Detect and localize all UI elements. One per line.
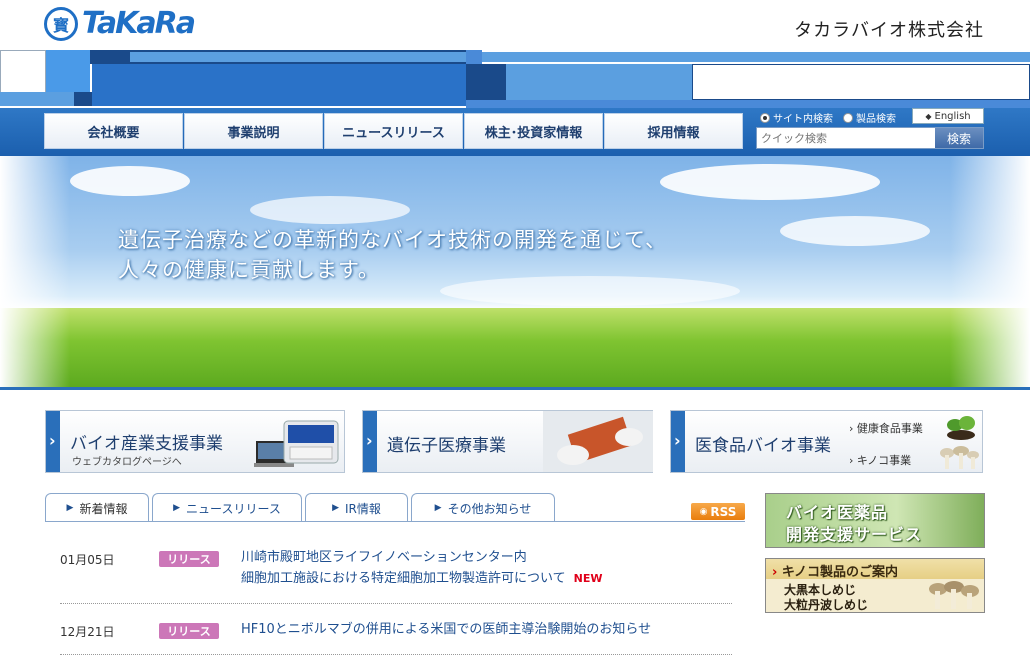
takara-logo-mark-icon: 寳 [44, 6, 78, 41]
lab-gloves-image [543, 411, 653, 472]
cloud-decoration [250, 196, 410, 224]
news-title-line2: 細胞加工施設における特定細胞加工物製造許可について [241, 571, 566, 586]
mushroom-products-banner[interactable]: › キノコ製品のご案内 大黒本しめじ 大粒丹波しめじ [765, 558, 985, 613]
mushroom-image [929, 581, 979, 609]
tab-other-notices-label: その他お知らせ [447, 501, 532, 516]
mushroom-banner-heading: › キノコ製品のご案内 [772, 561, 898, 580]
site-header: 寳 TaKaRa タカラバイオ株式会社 [0, 0, 1030, 50]
nav-company-overview[interactable]: 会社概要 [44, 113, 183, 149]
health-food-link[interactable]: › 健康食品事業 [849, 420, 923, 436]
search-button[interactable]: 検索 [935, 128, 983, 148]
takara-logo-text: TaKaRa [82, 6, 196, 41]
global-nav-bar: 会社概要 事業説明 ニュースリリース 株主･投資家情報 採用情報 サイト内検索 … [0, 108, 1030, 156]
tab-news-release[interactable]: ▶ ニュースリリース [152, 493, 302, 522]
bio-industry-title: バイオ産業支援事業 [70, 434, 223, 454]
search-area: サイト内検索 製品検索 ◆ English 検索 [756, 108, 986, 156]
news-link[interactable]: 川崎市殿町地区ライフイノベーションセンター内 細胞加工施設における特定細胞加工物… [241, 547, 602, 589]
header-mosaic-decoration [0, 50, 1030, 108]
mushroom-business-link[interactable]: › キノコ事業 [849, 452, 911, 468]
quick-search-box: 検索 [756, 127, 984, 149]
radio-product-search[interactable] [843, 112, 853, 123]
rss-icon: ◉ [699, 506, 708, 517]
gene-medicine-title: 遺伝子医療事業 [387, 436, 506, 456]
tab-news-release-label: ニュースリリース [186, 501, 281, 516]
chevron-right-icon: › [772, 565, 778, 580]
news-date: 01月05日 [60, 553, 115, 567]
news-item: 01月05日 リリース 川崎市殿町地区ライフイノベーションセンター内 細胞加工施… [60, 549, 732, 593]
tab-latest-label: 新着情報 [79, 501, 128, 516]
rss-button[interactable]: ◉ RSS [691, 503, 745, 520]
cloud-decoration [70, 166, 190, 196]
news-title-line1: 川崎市殿町地区ライフイノベーションセンター内 [241, 550, 527, 565]
mushroom-banner-header: › キノコ製品のご案内 [766, 559, 984, 580]
hero-bottom-border [0, 387, 1030, 390]
english-label: English [934, 110, 971, 122]
news-link[interactable]: HF10とニボルマブの併用による米国での医師主導治験開始のお知らせ [241, 619, 651, 640]
chevron-right-icon: › [849, 454, 854, 467]
news-title-line2-wrap: 細胞加工施設における特定細胞加工物製造許可について NEW [241, 568, 602, 589]
chevron-right-icon [363, 411, 377, 472]
news-item: 12月21日 リリース HF10とニボルマブの併用による米国での医師主導治験開始… [60, 622, 732, 644]
news-category-tag: リリース [159, 551, 219, 567]
rss-label: RSS [710, 504, 737, 519]
hero-fade-right [950, 156, 1030, 390]
medical-food-bio-button[interactable]: 医食品バイオ事業 › 健康食品事業 › キノコ事業 [670, 410, 983, 473]
news-tabs: ▶ 新着情報 ▶ ニュースリリース ▶ IR情報 ▶ その他お知らせ [45, 493, 558, 522]
radio-site-search[interactable] [760, 112, 770, 123]
tabs-underline [45, 521, 745, 522]
health-food-label: 健康食品事業 [856, 422, 923, 435]
global-nav: 会社概要 事業説明 ニュースリリース 株主･投資家情報 採用情報 [44, 113, 744, 149]
news-date: 12月21日 [60, 625, 115, 639]
diamond-icon: ◆ [925, 111, 932, 121]
takara-logo[interactable]: 寳 TaKaRa [44, 6, 196, 41]
mushroom-image [940, 446, 979, 469]
radio-site-search-label: サイト内検索 [773, 114, 833, 125]
triangle-right-icon: ▶ [66, 503, 74, 513]
plant-image [947, 416, 975, 440]
hero-banner: 遺伝子治療などの革新的なバイオ技術の開発を通じて、 人々の健康に貢献します。 [0, 156, 1030, 390]
nav-news-release[interactable]: ニュースリリース [324, 113, 463, 149]
english-site-button[interactable]: ◆ English [912, 108, 984, 124]
hero-tagline-line1: 遺伝子治療などの革新的なバイオ技術の開発を通じて、 [118, 228, 667, 252]
tab-ir-info-label: IR情報 [345, 501, 381, 516]
cloud-decoration [660, 164, 880, 200]
mushroom-banner-heading-text: キノコ製品のご案内 [781, 565, 898, 580]
radio-product-search-label: 製品検索 [856, 114, 896, 125]
nav-investor-relations[interactable]: 株主･投資家情報 [464, 113, 603, 149]
triangle-right-icon: ▶ [173, 503, 181, 513]
search-scope-options: サイト内検索 製品検索 [760, 110, 906, 125]
triangle-right-icon: ▶ [332, 503, 340, 513]
chevron-right-icon [671, 411, 685, 472]
mushroom-business-label: キノコ事業 [856, 454, 912, 467]
gene-medicine-button[interactable]: 遺伝子医療事業 [362, 410, 653, 473]
tab-other-notices[interactable]: ▶ その他お知らせ [411, 493, 555, 522]
company-name: タカラバイオ株式会社 [794, 20, 984, 41]
bio-drug-banner-line2: 開発支援サービス [786, 525, 923, 544]
cloud-decoration [440, 276, 740, 306]
chevron-right-icon: › [849, 422, 854, 435]
bio-industry-support-button[interactable]: バイオ産業支援事業 ウェブカタログページへ [45, 410, 345, 473]
hero-tagline-line2: 人々の健康に貢献します。 [118, 258, 380, 282]
nav-recruitment[interactable]: 採用情報 [604, 113, 743, 149]
news-divider [60, 654, 732, 655]
mushroom-banner-line2: 大粒丹波しめじ [784, 598, 869, 612]
bio-drug-banner-line1: バイオ医薬品 [786, 503, 889, 522]
news-divider [60, 603, 732, 604]
medical-food-title: 医食品バイオ事業 [695, 436, 831, 456]
tab-ir-info[interactable]: ▶ IR情報 [305, 493, 408, 522]
news-category-tag: リリース [159, 623, 219, 639]
lab-instrument-image [254, 420, 339, 467]
bio-industry-subtitle: ウェブカタログページへ [72, 457, 182, 468]
hero-fade-left [0, 156, 70, 390]
triangle-right-icon: ▶ [434, 503, 442, 513]
cloud-decoration [780, 216, 930, 246]
news-title-line1: HF10とニボルマブの併用による米国での医師主導治験開始のお知らせ [241, 622, 652, 637]
new-badge: NEW [573, 572, 603, 585]
chevron-right-icon [46, 411, 60, 472]
quick-search-input[interactable] [757, 128, 937, 148]
nav-business-description[interactable]: 事業説明 [184, 113, 323, 149]
tab-latest[interactable]: ▶ 新着情報 [45, 493, 149, 522]
grass-field [0, 308, 1030, 390]
bio-drug-development-banner[interactable]: バイオ医薬品 開発支援サービス [765, 493, 985, 548]
